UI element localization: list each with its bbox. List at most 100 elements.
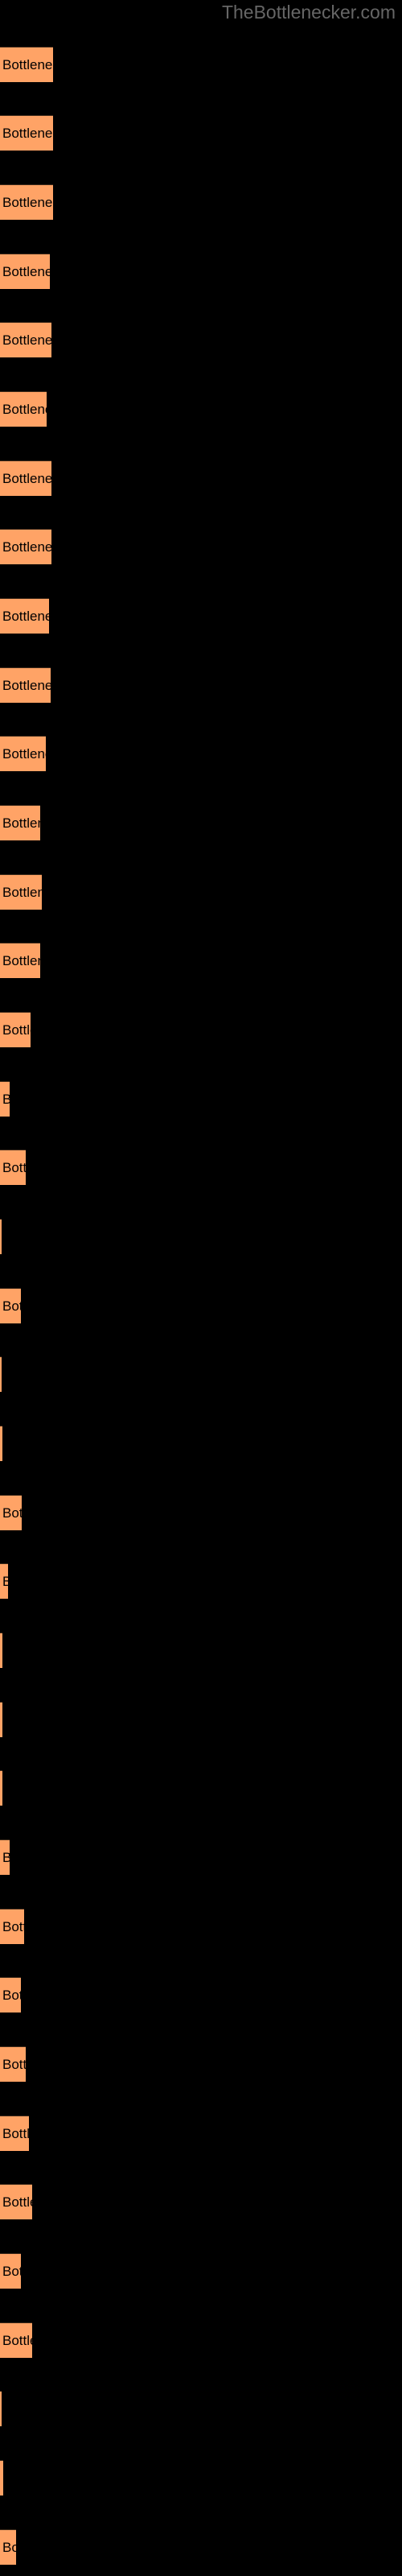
- bar-label: Bottleneck result: [2, 471, 51, 486]
- bar-row: Bottleneck result: [0, 184, 402, 220]
- bar-label: Bottleneck result: [2, 1919, 24, 1934]
- bar-row: Bottleneck result: [0, 1219, 402, 1254]
- bar-label: Bottleneck result: [2, 126, 53, 141]
- bar-label: Bottleneck result: [2, 746, 46, 762]
- bar[interactable]: Bottleneck result: [0, 2116, 29, 2151]
- bar[interactable]: Bottleneck result: [0, 943, 40, 978]
- bar[interactable]: Bottleneck result: [0, 1081, 10, 1117]
- bar[interactable]: Bottleneck result: [0, 667, 51, 703]
- bar-row: Bottleneck result: [0, 1839, 402, 1875]
- plot-area: Bottleneck result Bottleneck result Bottle…: [0, 0, 402, 2576]
- bar[interactable]: Bottleneck result: [0, 1219, 2, 1254]
- bar[interactable]: Bottleneck result: [0, 2529, 16, 2565]
- bar-row: Bottleneck result: [0, 874, 402, 910]
- bar[interactable]: Bottleneck result: [0, 1426, 2, 1461]
- bar-label: Bottleneck result: [2, 2540, 16, 2555]
- bar-label: Bottleneck result: [2, 2333, 32, 2348]
- bar[interactable]: Bottleneck result: [0, 2046, 26, 2082]
- bar[interactable]: Bottleneck result: [0, 736, 46, 771]
- bar-label: Bottleneck result: [2, 539, 51, 555]
- bar-row: Bottleneck result: [0, 2460, 402, 2496]
- bar[interactable]: Bottleneck result: [0, 1770, 2, 1806]
- bar-row: Bottleneck result: [0, 115, 402, 151]
- bar-row: Bottleneck result: [0, 736, 402, 771]
- bar[interactable]: Bottleneck result: [0, 529, 51, 564]
- bar-label: Bottleneck result: [2, 1298, 21, 1314]
- bar[interactable]: Bottleneck result: [0, 460, 51, 496]
- bar-row: Bottleneck result: [0, 2529, 402, 2565]
- bar-label: Bottleneck result: [2, 1564, 8, 1599]
- bar-label: Bottleneck result: [2, 815, 40, 831]
- bar-row: Bottleneck result: [0, 1495, 402, 1530]
- bar[interactable]: Bottleneck result: [0, 2322, 32, 2358]
- bar[interactable]: Bottleneck result: [0, 805, 40, 840]
- bar-label: Bottleneck result: [2, 1840, 10, 1875]
- bar[interactable]: Bottleneck result: [0, 1150, 26, 1185]
- bar-label: Bottleneck result: [2, 1160, 26, 1175]
- bar[interactable]: Bottleneck result: [0, 1495, 22, 1530]
- bar-row: Bottleneck result: [0, 667, 402, 703]
- bar[interactable]: Bottleneck result: [0, 47, 53, 82]
- bar-label: Bottleneck result: [2, 678, 51, 693]
- bar-row: Bottleneck result: [0, 322, 402, 357]
- bar-row: Bottleneck result: [0, 1563, 402, 1599]
- bar-row: Bottleneck result: [0, 1977, 402, 2013]
- bar-row: Bottleneck result: [0, 1288, 402, 1323]
- bar-row: Bottleneck result: [0, 254, 402, 289]
- bar[interactable]: Bottleneck result: [0, 1633, 2, 1668]
- bar[interactable]: Bottleneck result: [0, 1356, 2, 1392]
- bar-label: Bottleneck result: [2, 332, 51, 348]
- bar-label: Bottleneck result: [2, 264, 50, 279]
- bar[interactable]: Bottleneck result: [0, 254, 50, 289]
- bar-label: Bottleneck result: [2, 2126, 29, 2141]
- bar[interactable]: Bottleneck result: [0, 1563, 8, 1599]
- bar-row: Bottleneck result: [0, 1426, 402, 1461]
- bar-label: Bottleneck result: [2, 885, 42, 900]
- bar-label: Bottleneck result: [2, 402, 47, 417]
- bar-row: Bottleneck result: [0, 1633, 402, 1668]
- bar-label: Bottleneck result: [2, 2264, 21, 2279]
- bar[interactable]: Bottleneck result: [0, 1702, 2, 1737]
- bar[interactable]: Bottleneck result: [0, 391, 47, 427]
- bar-row: Bottleneck result: [0, 1150, 402, 1185]
- bar-row: Bottleneck result: [0, 2046, 402, 2082]
- bar[interactable]: Bottleneck result: [0, 115, 53, 151]
- bar-row: Bottleneck result: [0, 391, 402, 427]
- bar-row: Bottleneck result: [0, 1909, 402, 1944]
- bar[interactable]: Bottleneck result: [0, 598, 49, 634]
- bar-label: Bottleneck result: [2, 1988, 21, 2003]
- bar[interactable]: Bottleneck result: [0, 1977, 21, 2013]
- bar-row: Bottleneck result: [0, 1770, 402, 1806]
- bar-row: Bottleneck result: [0, 529, 402, 564]
- bar-row: Bottleneck result: [0, 2184, 402, 2219]
- bar-row: Bottleneck result: [0, 1356, 402, 1392]
- bar[interactable]: Bottleneck result: [0, 184, 53, 220]
- bar[interactable]: Bottleneck result: [0, 322, 51, 357]
- bar-row: Bottleneck result: [0, 1012, 402, 1047]
- bar[interactable]: Bottleneck result: [0, 1012, 31, 1047]
- bar-label: Bottleneck result: [2, 57, 53, 72]
- bar-row: Bottleneck result: [0, 598, 402, 634]
- bar[interactable]: Bottleneck result: [0, 2184, 32, 2219]
- bar-row: Bottleneck result: [0, 805, 402, 840]
- bar-row: Bottleneck result: [0, 943, 402, 978]
- bottleneck-bar-chart: TheBottlenecker.com Bottleneck resultBot…: [0, 0, 402, 2576]
- bar-row: Bottleneck result: [0, 2253, 402, 2289]
- bar[interactable]: Bottleneck result: [0, 2391, 2, 2426]
- bar-row: Bottleneck result: [0, 460, 402, 496]
- bar-label: Bottleneck result: [2, 2057, 26, 2072]
- bar[interactable]: Bottleneck result: [0, 2460, 3, 2496]
- bar[interactable]: Bottleneck result: [0, 1909, 24, 1944]
- bar[interactable]: Bottleneck result: [0, 1288, 21, 1323]
- bar-row: Bottleneck result: [0, 1702, 402, 1737]
- bar-label: Bottleneck result: [2, 1505, 22, 1521]
- bar-row: Bottleneck result: [0, 2322, 402, 2358]
- bar-row: Bottleneck result: [0, 2391, 402, 2426]
- bar-label: Bottleneck result: [2, 1022, 31, 1038]
- bar-label: Bottleneck result: [2, 1082, 10, 1117]
- bar-row: Bottleneck result: [0, 47, 402, 82]
- bar[interactable]: Bottleneck result: [0, 2253, 21, 2289]
- bar-label: Bottleneck result: [2, 2461, 3, 2496]
- bar[interactable]: Bottleneck result: [0, 874, 42, 910]
- bar[interactable]: Bottleneck result: [0, 1839, 10, 1875]
